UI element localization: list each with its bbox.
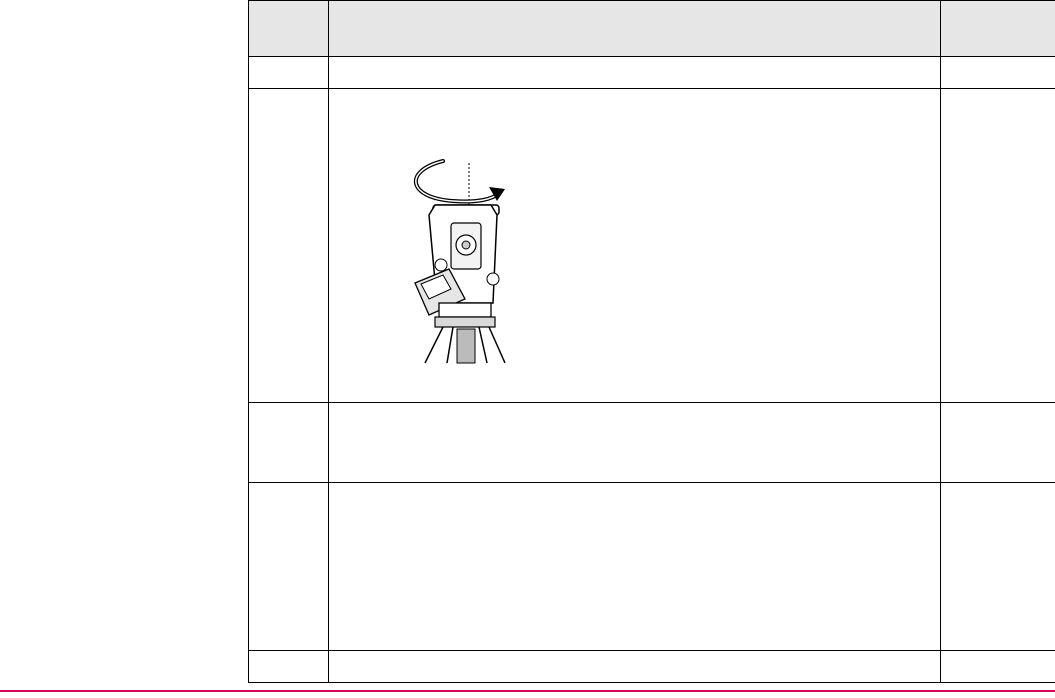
table-cell: [249, 483, 329, 651]
header-cell-description: [329, 1, 941, 57]
table-cell: [941, 57, 1055, 89]
table-cell: [941, 89, 1055, 403]
footer-rule: [0, 690, 1055, 692]
table-cell: [329, 57, 941, 89]
table-cell: [941, 403, 1055, 483]
table-cell: [329, 651, 941, 682]
table-cell: [249, 651, 329, 682]
header-cell-reference: [941, 1, 1055, 57]
table-cell: [249, 89, 329, 403]
table-cell: [941, 651, 1055, 682]
step-table: [248, 0, 1055, 683]
total-station-rotation-illustration: [413, 159, 506, 364]
table-cell: [249, 403, 329, 483]
table-cell: [329, 403, 941, 483]
table-cell-illustration: [329, 89, 941, 403]
table-cell: [941, 483, 1055, 651]
table-cell: [249, 57, 329, 89]
header-cell-step: [249, 1, 329, 57]
table-cell: [329, 483, 941, 651]
